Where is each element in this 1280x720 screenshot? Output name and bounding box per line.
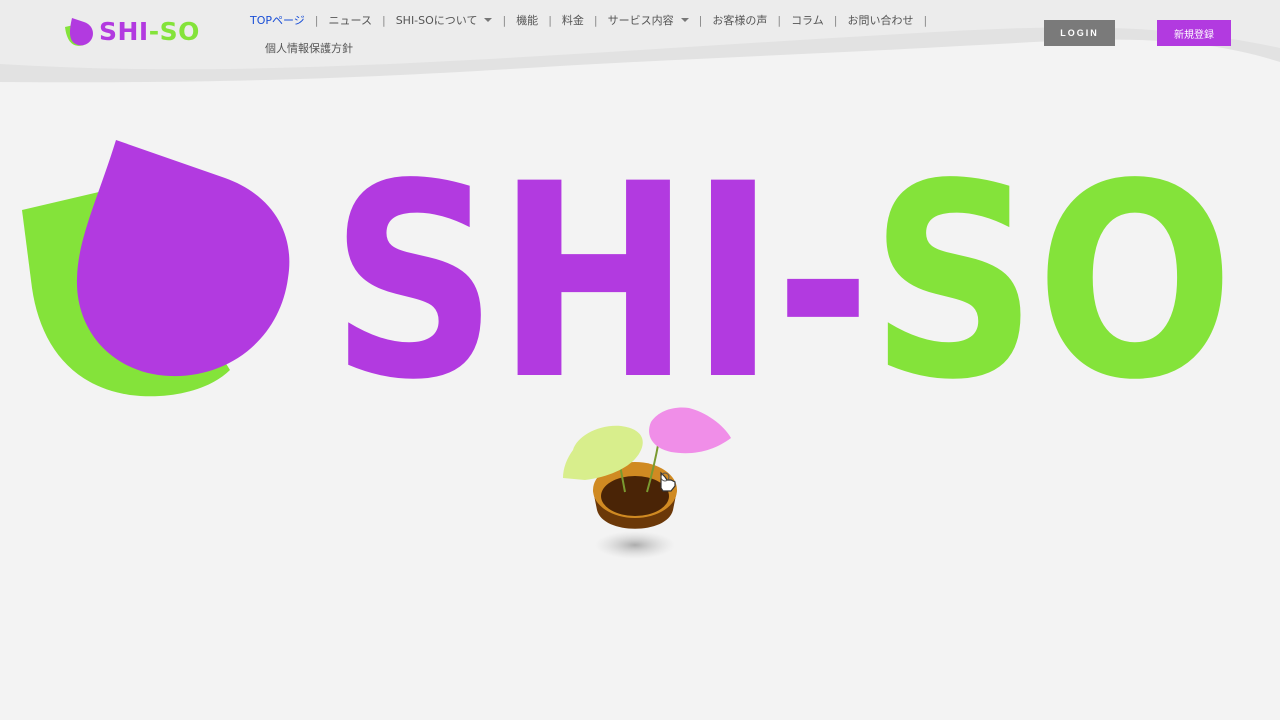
logo-text: SHI-SO [99,17,200,46]
nav-separator: | [593,13,598,27]
nav-separator: | [777,13,782,27]
nav-item-services-label: サービス内容 [607,14,674,27]
nav-item-news[interactable]: ニュース [325,12,376,28]
signup-button[interactable]: 新規登録 [1157,20,1231,46]
nav-separator: | [381,13,386,27]
shiso-leaf-logo-icon [65,18,93,46]
nav-row-2: 個人情報保護方針 [246,36,946,60]
potted-plant-icon [563,407,731,559]
nav-item-contact[interactable]: お問い合わせ [843,12,917,28]
nav-separator: | [833,13,838,27]
nav-item-features[interactable]: 機能 [512,12,542,28]
nav-separator: | [502,13,507,27]
nav-item-about-label: SHI-SOについて [395,14,478,27]
nav-item-privacy[interactable]: 個人情報保護方針 [261,40,357,56]
nav-item-column[interactable]: コラム [787,12,828,28]
nav-separator: | [314,13,319,27]
nav-item-about[interactable]: SHI-SOについて [392,12,497,28]
nav-separator: | [698,13,703,27]
site-logo[interactable]: SHI-SO [64,17,200,47]
chevron-down-icon [680,18,689,22]
nav-item-pricing[interactable]: 料金 [558,12,588,28]
main-nav: TOPページ | ニュース | SHI-SOについて | 機能 | 料金 | サ… [246,8,946,60]
nav-row-1: TOPページ | ニュース | SHI-SOについて | 機能 | 料金 | サ… [246,8,946,32]
nav-item-voice[interactable]: お客様の声 [708,12,771,28]
nav-separator: | [548,13,552,27]
nav-item-services[interactable]: サービス内容 [604,12,693,28]
nav-item-top[interactable]: TOPページ [246,12,309,28]
login-button[interactable]: LOGIN [1044,20,1115,46]
shiso-leaf-large-icon [22,140,290,397]
nav-separator: | [923,13,928,27]
hero-title: SHI-SO [330,127,1234,439]
chevron-down-icon [484,18,493,22]
